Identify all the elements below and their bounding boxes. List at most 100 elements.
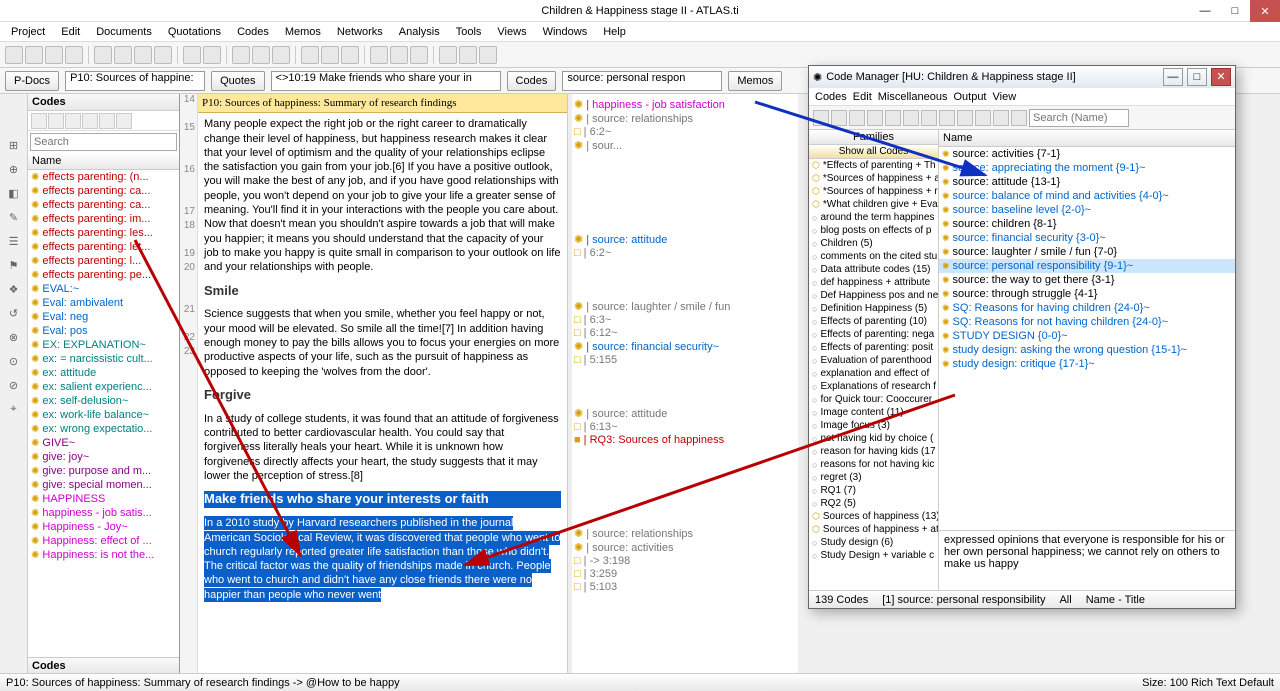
tool-icon[interactable]: ⌖ bbox=[3, 398, 25, 420]
doc-paragraph[interactable]: In a study of college students, it was f… bbox=[204, 412, 561, 483]
family-item[interactable]: Explanations of research f bbox=[809, 380, 938, 393]
family-item[interactable]: blog posts on effects of p bbox=[809, 224, 938, 237]
align-left-button[interactable] bbox=[301, 46, 319, 64]
code-item[interactable]: ✺give: purpose and m... bbox=[28, 464, 179, 478]
quotes-button[interactable]: Quotes bbox=[211, 71, 264, 91]
menu-help[interactable]: Help bbox=[597, 24, 632, 40]
cm-tool-icon[interactable] bbox=[903, 110, 919, 126]
cm-code-item[interactable]: source: attitude {13-1} bbox=[939, 175, 1235, 189]
cm-tool-icon[interactable] bbox=[813, 110, 829, 126]
code-item[interactable]: ✺happiness - job satis... bbox=[28, 506, 179, 520]
code-manager-window[interactable]: ✺ Code Manager [HU: Children & Happiness… bbox=[808, 65, 1236, 609]
code-item[interactable]: ✺GIVE~ bbox=[28, 436, 179, 450]
toolbar-button[interactable] bbox=[154, 46, 172, 64]
code-item[interactable]: ✺give: joy~ bbox=[28, 450, 179, 464]
cm-code-item[interactable]: SQ: Reasons for having children {24-0}~ bbox=[939, 301, 1235, 315]
cm-tool-icon[interactable] bbox=[831, 110, 847, 126]
code-item[interactable]: ✺effects parenting: let... bbox=[28, 240, 179, 254]
margin-code[interactable]: □| 6:2~ bbox=[574, 126, 796, 139]
code-item[interactable]: ✺HAPPINESS bbox=[28, 492, 179, 506]
margin-code[interactable]: ✺| source: relationships bbox=[574, 112, 796, 126]
menu-project[interactable]: Project bbox=[5, 24, 51, 40]
code-item[interactable]: ✺ex: wrong expectatio... bbox=[28, 422, 179, 436]
code-item[interactable]: ✺effects parenting: l... bbox=[28, 254, 179, 268]
pdocs-button[interactable]: P-Docs bbox=[5, 71, 59, 91]
cm-tool-icon[interactable] bbox=[921, 110, 937, 126]
cm-show-all-codes[interactable]: Show all Codes bbox=[809, 145, 938, 159]
doc-heading-smile[interactable]: Smile bbox=[204, 283, 561, 300]
code-item[interactable]: ✺EVAL:~ bbox=[28, 282, 179, 296]
cm-search-input[interactable] bbox=[1029, 109, 1129, 127]
margin-code[interactable]: ✺| sour... bbox=[574, 139, 796, 153]
menu-documents[interactable]: Documents bbox=[90, 24, 158, 40]
menu-tools[interactable]: Tools bbox=[450, 24, 488, 40]
code-item[interactable]: ✺effects parenting: les... bbox=[28, 226, 179, 240]
family-item[interactable]: Children (5) bbox=[809, 237, 938, 250]
tool-icon[interactable]: ✎ bbox=[3, 206, 25, 228]
cm-tool-icon[interactable] bbox=[975, 110, 991, 126]
family-item[interactable]: Sources of happiness + at bbox=[809, 523, 938, 536]
family-item[interactable]: Image content (11) bbox=[809, 406, 938, 419]
family-item[interactable]: explanation and effect of bbox=[809, 367, 938, 380]
family-item[interactable]: comments on the cited stu bbox=[809, 250, 938, 263]
family-item[interactable]: *What children give + Eva bbox=[809, 198, 938, 211]
toolbar-button[interactable] bbox=[114, 46, 132, 64]
list-button[interactable] bbox=[370, 46, 388, 64]
code-item[interactable]: ✺EX: EXPLANATION~ bbox=[28, 338, 179, 352]
code-item[interactable]: ✺ex: work-life balance~ bbox=[28, 408, 179, 422]
panel-tool-icon[interactable] bbox=[116, 113, 132, 129]
toolbar-button[interactable] bbox=[459, 46, 477, 64]
margin-code[interactable]: □| 6:12~ bbox=[574, 327, 796, 340]
menu-memos[interactable]: Memos bbox=[279, 24, 327, 40]
tool-icon[interactable]: ⊕ bbox=[3, 158, 25, 180]
cm-code-item[interactable]: source: children {8-1} bbox=[939, 217, 1235, 231]
family-item[interactable]: Study design (6) bbox=[809, 536, 938, 549]
code-item[interactable]: ✺effects parenting: ca... bbox=[28, 184, 179, 198]
outdent-button[interactable] bbox=[410, 46, 428, 64]
menu-views[interactable]: Views bbox=[491, 24, 532, 40]
document-view[interactable]: P10: Sources of happiness: Summary of re… bbox=[198, 94, 568, 674]
cm-code-item[interactable]: study design: asking the wrong question … bbox=[939, 343, 1235, 357]
toolbar-button[interactable] bbox=[94, 46, 112, 64]
family-item[interactable]: Sources of happiness (13) bbox=[809, 510, 938, 523]
family-item[interactable]: Effects of parenting: posit bbox=[809, 341, 938, 354]
cm-maximize-button[interactable]: □ bbox=[1187, 68, 1207, 86]
cm-minimize-button[interactable]: — bbox=[1163, 68, 1183, 86]
code-item[interactable]: ✺ex: self-delusion~ bbox=[28, 394, 179, 408]
cm-tool-icon[interactable] bbox=[939, 110, 955, 126]
codes-button[interactable]: Codes bbox=[507, 71, 557, 91]
doc-selection[interactable]: In a 2010 study by Harvard researchers p… bbox=[204, 516, 560, 601]
code-item[interactable]: ✺Happiness - Joy~ bbox=[28, 520, 179, 534]
margin-code[interactable]: □| 6:3~ bbox=[574, 314, 796, 327]
tool-icon[interactable]: ☰ bbox=[3, 230, 25, 252]
menu-networks[interactable]: Networks bbox=[331, 24, 389, 40]
doc-heading-forgive[interactable]: Forgive bbox=[204, 387, 561, 404]
cm-close-button[interactable]: ✕ bbox=[1211, 68, 1231, 86]
memos-button[interactable]: Memos bbox=[728, 71, 782, 91]
menu-edit[interactable]: Edit bbox=[55, 24, 86, 40]
codes-search-input[interactable] bbox=[30, 133, 177, 151]
cm-tool-icon[interactable] bbox=[957, 110, 973, 126]
margin-code[interactable]: □| 6:2~ bbox=[574, 247, 796, 260]
code-item[interactable]: ✺Eval: pos bbox=[28, 324, 179, 338]
cm-menu-codes[interactable]: Codes bbox=[815, 91, 847, 103]
code-item[interactable]: ✺Eval: ambivalent bbox=[28, 296, 179, 310]
cm-code-item[interactable]: source: financial security {3-0}~ bbox=[939, 231, 1235, 245]
align-center-button[interactable] bbox=[321, 46, 339, 64]
family-item[interactable]: Effects of parenting: nega bbox=[809, 328, 938, 341]
italic-button[interactable] bbox=[252, 46, 270, 64]
toolbar-button[interactable] bbox=[45, 46, 63, 64]
minimize-button[interactable]: — bbox=[1190, 0, 1220, 22]
cm-code-item[interactable]: source: activities {7-1} bbox=[939, 147, 1235, 161]
family-item[interactable]: reason for having kids (17 bbox=[809, 445, 938, 458]
code-item[interactable]: ✺Happiness: effect of ... bbox=[28, 534, 179, 548]
cm-description[interactable]: expressed opinions that everyone is resp… bbox=[939, 530, 1235, 590]
cm-code-item[interactable]: STUDY DESIGN {0-0}~ bbox=[939, 329, 1235, 343]
panel-tool-icon[interactable] bbox=[99, 113, 115, 129]
pdocs-combo[interactable]: P10: Sources of happine: bbox=[65, 71, 205, 91]
panel-tool-icon[interactable] bbox=[48, 113, 64, 129]
family-item[interactable]: Effects of parenting (10) bbox=[809, 315, 938, 328]
tool-icon[interactable]: ❖ bbox=[3, 278, 25, 300]
cm-title-bar[interactable]: ✺ Code Manager [HU: Children & Happiness… bbox=[809, 66, 1235, 88]
cm-code-item[interactable]: source: the way to get there {3-1} bbox=[939, 273, 1235, 287]
